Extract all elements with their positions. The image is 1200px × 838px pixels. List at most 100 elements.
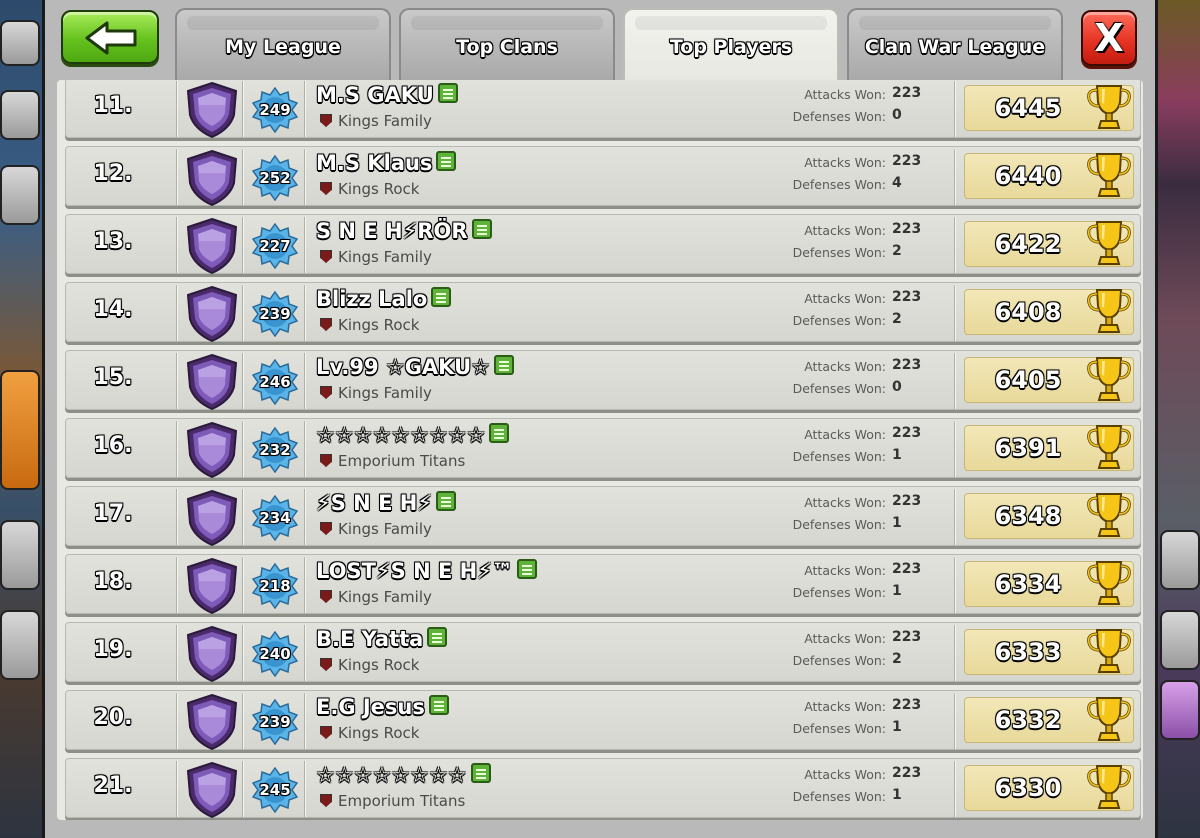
divider: [176, 421, 177, 477]
settings-button[interactable]: [1160, 610, 1200, 670]
side-button[interactable]: [1160, 530, 1200, 590]
xp-level-badge: 246: [252, 359, 298, 405]
tab-clan-war-league[interactable]: Clan War League: [847, 8, 1063, 80]
trophy-count-box: 6408: [964, 289, 1134, 335]
divider: [304, 761, 305, 817]
player-row[interactable]: 20. 239 E.G Jesus Kings Rock Attacks Won…: [65, 690, 1141, 751]
player-list[interactable]: 11. 249 M.S GAKU Kings Family Attacks Wo…: [57, 80, 1143, 820]
player-row[interactable]: 12. 252 M.S Klaus Kings Rock Attacks Won…: [65, 146, 1141, 207]
player-name[interactable]: Blizz Lalo: [316, 287, 452, 311]
clan-name[interactable]: Kings Family: [320, 588, 432, 606]
player-name[interactable]: ☆☆☆☆☆☆☆☆☆: [316, 423, 510, 447]
xp-level-badge: 252: [252, 155, 298, 201]
back-button[interactable]: [61, 10, 159, 64]
tab-label: Top Clans: [456, 36, 558, 58]
player-row[interactable]: 14. 239 Blizz Lalo Kings Rock Attacks Wo…: [65, 282, 1141, 343]
defenses-won-label: Defenses Won:: [792, 313, 886, 328]
attacks-won-label: Attacks Won:: [804, 87, 886, 102]
player-name[interactable]: S N E H⚡RÖR: [316, 219, 492, 243]
xp-level-badge: 234: [252, 495, 298, 541]
xp-level-badge: 239: [252, 699, 298, 745]
player-row[interactable]: 21. 245 ☆☆☆☆☆☆☆☆ Emporium Titans Attacks…: [65, 758, 1141, 819]
tab-my-league[interactable]: My League: [175, 8, 391, 80]
defenses-won-label: Defenses Won:: [792, 517, 886, 532]
clan-name[interactable]: Kings Rock: [320, 180, 419, 198]
player-name[interactable]: M.S GAKU: [316, 83, 458, 107]
defenses-won-label: Defenses Won:: [792, 245, 886, 260]
player-name[interactable]: ☆☆☆☆☆☆☆☆: [316, 763, 491, 787]
legend-league-shield-icon: [186, 421, 238, 479]
player-name[interactable]: M.S Klaus: [316, 151, 457, 175]
clan-name[interactable]: Emporium Titans: [320, 452, 465, 470]
chat-icon: [437, 83, 458, 103]
clan-name[interactable]: Kings Family: [320, 112, 432, 130]
clan-name-text: Kings Family: [338, 384, 432, 402]
trophy-count-box: 6445: [964, 85, 1134, 131]
clan-name[interactable]: Emporium Titans: [320, 792, 465, 810]
clan-badge-icon: [320, 726, 332, 739]
rank-number: 19.: [93, 637, 133, 662]
rank-number: 18.: [93, 569, 133, 594]
side-button[interactable]: [0, 165, 40, 225]
clan-name-text: Kings Family: [338, 520, 432, 538]
divider: [304, 81, 305, 137]
defenses-won-value: 1: [892, 719, 902, 735]
player-row[interactable]: 16. 232 ☆☆☆☆☆☆☆☆☆ Emporium Titans Attack…: [65, 418, 1141, 479]
player-row[interactable]: 11. 249 M.S GAKU Kings Family Attacks Wo…: [65, 80, 1141, 139]
player-row[interactable]: 18. 218 LOST⚡S N E H⚡™ Kings Family Atta…: [65, 554, 1141, 615]
clan-badge-icon: [320, 386, 332, 399]
clan-name[interactable]: Kings Rock: [320, 724, 419, 742]
close-button[interactable]: X: [1081, 10, 1137, 66]
clan-name[interactable]: Kings Rock: [320, 316, 419, 334]
trophy-icon: [1087, 629, 1131, 673]
clan-name[interactable]: Kings Rock: [320, 656, 419, 674]
rank-number: 14.: [93, 297, 133, 322]
attacks-won-label: Attacks Won:: [804, 291, 886, 306]
xp-level: 227: [259, 237, 291, 255]
legend-league-shield-icon: [186, 217, 238, 275]
attacks-won-value: 223: [892, 493, 922, 509]
player-row[interactable]: 17. 234 ⚡S N E H⚡ Kings Family Attacks W…: [65, 486, 1141, 547]
side-button[interactable]: [1160, 680, 1200, 740]
trophy-count-box: 6332: [964, 697, 1134, 743]
clan-badge-icon: [320, 114, 332, 127]
player-name[interactable]: B.E Yatta: [316, 627, 448, 651]
side-expand-button[interactable]: [0, 370, 40, 490]
side-button[interactable]: [0, 20, 40, 66]
clan-badge-icon: [320, 658, 332, 671]
clan-name[interactable]: Kings Family: [320, 384, 432, 402]
player-name-text: S N E H⚡RÖR: [316, 219, 468, 243]
player-row[interactable]: 15. 246 Lv.99 ☆GAKU☆ Kings Family Attack…: [65, 350, 1141, 411]
player-name[interactable]: LOST⚡S N E H⚡™: [316, 559, 537, 583]
trophy-count: 6405: [994, 366, 1062, 394]
player-name[interactable]: ⚡S N E H⚡: [316, 491, 457, 515]
trophy-count: 6445: [994, 94, 1062, 122]
side-button[interactable]: [0, 520, 40, 590]
defenses-won-value: 1: [892, 583, 902, 599]
trophy-count: 6334: [994, 570, 1062, 598]
leaderboard-panel: My League Top Clans Top Players Clan War…: [42, 0, 1158, 838]
side-button[interactable]: [0, 610, 40, 680]
xp-level: 239: [259, 305, 291, 323]
divider: [242, 353, 243, 409]
player-name-text: B.E Yatta: [316, 627, 424, 651]
divider: [242, 625, 243, 681]
tab-top-players[interactable]: Top Players: [623, 8, 839, 82]
tab-top-clans[interactable]: Top Clans: [399, 8, 615, 80]
attacks-won-value: 223: [892, 697, 922, 713]
clan-name[interactable]: Kings Family: [320, 248, 432, 266]
legend-league-shield-icon: [186, 557, 238, 615]
divider: [176, 81, 177, 137]
game-background-left: [0, 0, 46, 838]
divider: [176, 285, 177, 341]
player-name[interactable]: E.G Jesus: [316, 695, 449, 719]
clan-name[interactable]: Kings Family: [320, 520, 432, 538]
divider: [304, 217, 305, 273]
chat-icon: [436, 151, 457, 171]
player-row[interactable]: 19. 240 B.E Yatta Kings Rock Attacks Won…: [65, 622, 1141, 683]
player-row[interactable]: 13. 227 S N E H⚡RÖR Kings Family Attacks…: [65, 214, 1141, 275]
clan-badge-icon: [320, 250, 332, 263]
tab-label: Clan War League: [864, 36, 1046, 58]
player-name[interactable]: Lv.99 ☆GAKU☆: [316, 355, 514, 379]
side-button[interactable]: [0, 90, 40, 140]
